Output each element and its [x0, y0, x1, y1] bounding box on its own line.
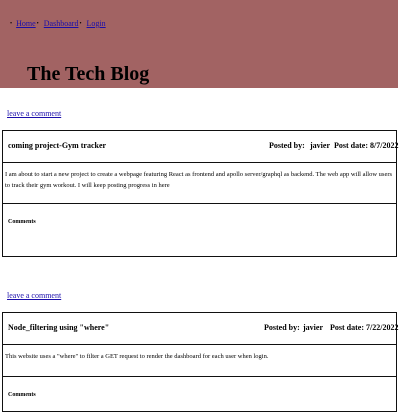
nav-bullet: •	[10, 21, 13, 27]
site-header: • Home • Dashboard • Login The Tech Blog	[0, 0, 398, 88]
post-date: 7/22/2022	[366, 323, 399, 332]
posted-by-label: Posted by:	[264, 323, 300, 332]
comments-label: Comments	[8, 219, 36, 225]
post-card: Node_filtering using "where" Posted by: …	[2, 312, 399, 412]
post-date-label: Post date:	[330, 323, 364, 332]
post-author: javier	[310, 141, 330, 150]
posted-by-label: Posted by:	[269, 141, 305, 150]
nav-bullet: •	[36, 21, 39, 27]
post-header: coming project-Gym tracker Posted by: ja…	[3, 131, 399, 163]
post-body: This website uses a "where" to filter a …	[5, 353, 269, 360]
post-author: javier	[303, 323, 323, 332]
leave-comment-link[interactable]: leave a comment	[7, 291, 61, 301]
post-title[interactable]: Node_filtering using "where"	[8, 323, 109, 332]
nav-link-home[interactable]: Home	[16, 18, 36, 30]
page-title: The Tech Blog	[27, 63, 150, 85]
post-card: coming project-Gym tracker Posted by: ja…	[2, 130, 399, 257]
comments-section: Comments	[3, 203, 396, 255]
comments-label: Comments	[8, 392, 36, 398]
nav-bullet: •	[79, 21, 82, 27]
post-title[interactable]: coming project-Gym tracker	[8, 141, 106, 150]
main-nav: • Home • Dashboard • Login	[10, 18, 107, 30]
leave-comment-link[interactable]: leave a comment	[7, 109, 61, 119]
post-body: I am about to start a new project to cre…	[5, 171, 393, 189]
post-date: 8/7/2022	[370, 141, 399, 150]
post-header: Node_filtering using "where" Posted by: …	[3, 313, 399, 345]
post-date-label: Post date:	[334, 141, 368, 150]
comments-section: Comments	[3, 376, 396, 416]
nav-link-dashboard[interactable]: Dashboard	[44, 18, 79, 30]
nav-link-login[interactable]: Login	[87, 18, 106, 30]
